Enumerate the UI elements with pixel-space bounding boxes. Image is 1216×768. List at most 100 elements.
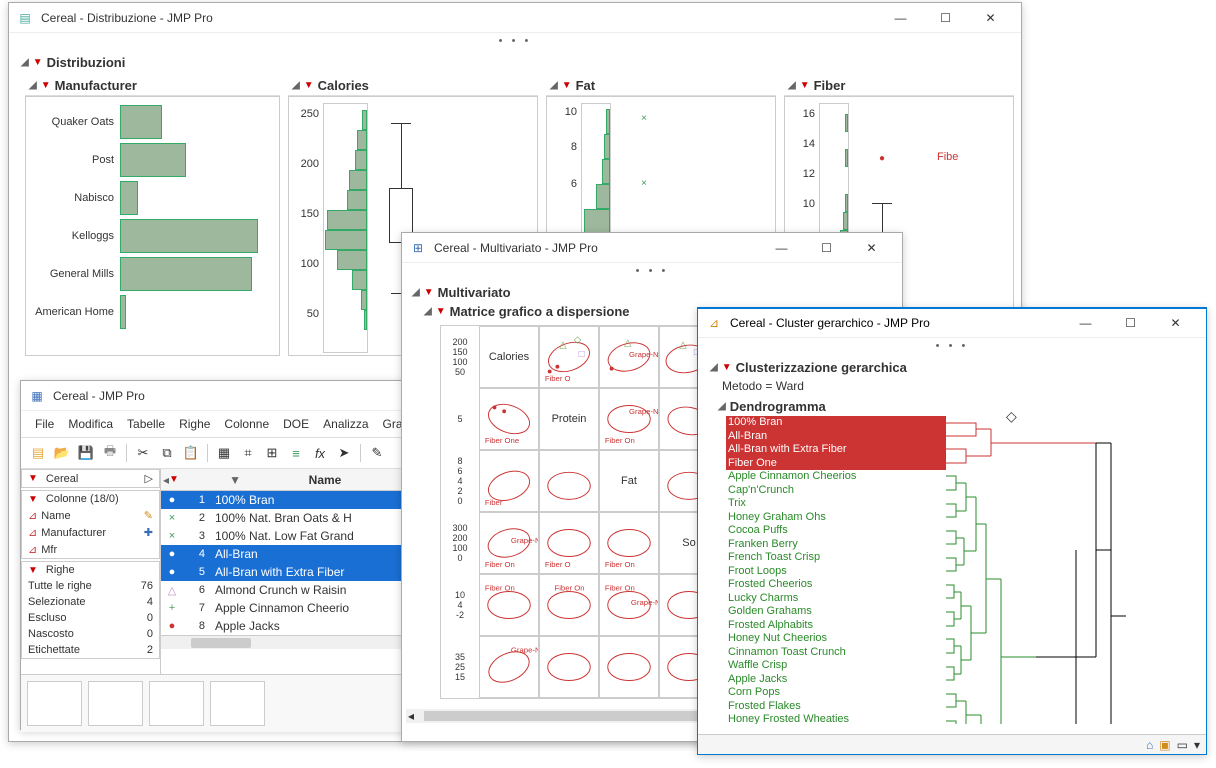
col-item[interactable]: ⊿Mfr [22, 541, 159, 558]
expand-icon[interactable]: ▷ [145, 472, 153, 485]
dendro-item[interactable]: Fiber One [726, 457, 946, 471]
dendro-item[interactable]: Frosted Alphabits [726, 619, 946, 633]
minimize-button[interactable]: — [1063, 309, 1108, 337]
hotspot-icon[interactable]: ▼ [562, 80, 572, 91]
dendro-item[interactable]: Golden Grahams [726, 605, 946, 619]
minimize-button[interactable]: — [878, 4, 923, 32]
dendro-item[interactable]: Cinnamon Toast Crunch [726, 646, 946, 660]
tool-new-icon[interactable]: ▤ [27, 442, 49, 464]
thumb-cluster[interactable] [149, 681, 204, 726]
tool-copy-icon[interactable]: ⧉ [156, 442, 178, 464]
thumb-datatable[interactable] [27, 681, 82, 726]
dendro-item[interactable]: Corn Pops [726, 686, 946, 700]
titlebar-cluster[interactable]: ⊿ Cereal - Cluster gerarchico - JMP Pro … [698, 308, 1206, 338]
dendro-item[interactable]: Waffle Crisp [726, 659, 946, 673]
menu-doe[interactable]: DOE [277, 415, 315, 433]
menu-colonne[interactable]: Colonne [218, 415, 275, 433]
minimize-button[interactable]: — [759, 234, 804, 262]
table-row[interactable]: △6Almond Crunch w Raisin [161, 581, 405, 599]
tool-cut-icon[interactable]: ✂ [132, 442, 154, 464]
dendro-item[interactable]: All-Bran [726, 430, 946, 444]
table-row[interactable]: ×3100% Nat. Low Fat Grand [161, 527, 405, 545]
menu-righe[interactable]: Righe [173, 415, 216, 433]
tool-chart-icon[interactable]: ≡ [285, 442, 307, 464]
table-row[interactable]: ●4All-Bran [161, 545, 405, 563]
dendro-item[interactable]: All-Bran with Extra Fiber [726, 443, 946, 457]
dendro-item[interactable]: Apple Jacks [726, 673, 946, 687]
thumb-multivariate[interactable] [210, 681, 265, 726]
dendrogram-labels[interactable]: 100% BranAll-BranAll-Bran with Extra Fib… [726, 416, 946, 724]
horizontal-scrollbar[interactable] [161, 635, 405, 649]
hotspot-icon[interactable]: ▼ [169, 474, 181, 485]
column-header-name[interactable]: Name [245, 473, 401, 487]
close-button[interactable]: ✕ [849, 234, 894, 262]
dendro-item[interactable]: Trix [726, 497, 946, 511]
disclosure-icon[interactable]: ◢ [718, 401, 726, 412]
col-nav-left-icon[interactable]: ◂ [161, 473, 169, 487]
tool-print-icon[interactable]: 🖶 [99, 442, 121, 464]
tool-save-icon[interactable]: 💾 [75, 442, 97, 464]
titlebar-distribuzione[interactable]: ▤ Cereal - Distribuzione - JMP Pro — ☐ ✕ [9, 3, 1021, 33]
hotspot-icon[interactable]: ▼ [304, 80, 314, 91]
tool-calc-icon[interactable]: ⌗ [237, 442, 259, 464]
hotspot-icon[interactable]: ▼ [436, 306, 446, 317]
histogram-manufacturer[interactable]: Quaker Oats Post Nabisco Kelloggs Genera… [25, 96, 280, 356]
tool-edit-icon[interactable]: ✎ [366, 442, 388, 464]
titlebar-datatable[interactable]: ▦ Cereal - JMP Pro [21, 381, 405, 411]
dendro-item[interactable]: French Toast Crisp [726, 551, 946, 565]
dendro-item[interactable]: Frosted Flakes [726, 700, 946, 714]
dendro-item[interactable]: Apple Cinnamon Cheerios [726, 470, 946, 484]
close-button[interactable]: ✕ [1153, 309, 1198, 337]
disclosure-icon[interactable]: ◢ [424, 306, 432, 317]
hotspot-icon[interactable]: ▼ [41, 80, 51, 91]
menu-file[interactable]: File [29, 415, 60, 433]
hotspot-icon[interactable]: ▼ [424, 287, 434, 298]
disclosure-icon[interactable]: ◢ [788, 80, 796, 91]
rect-icon[interactable]: ▭ [1177, 738, 1188, 752]
tool-fx-icon[interactable]: fx [309, 442, 331, 464]
panel-colonne-header[interactable]: ▼Colonne (18/0) [22, 491, 159, 507]
dendro-item[interactable]: Cap'n'Crunch [726, 484, 946, 498]
dendro-item[interactable]: Froot Loops [726, 565, 946, 579]
dropdown-icon[interactable]: ▾ [1194, 738, 1200, 752]
table-row[interactable]: ●1100% Bran [161, 491, 405, 509]
disclosure-icon[interactable]: ◢ [412, 287, 420, 298]
tool-grid-icon[interactable]: ⊞ [261, 442, 283, 464]
hotspot-icon[interactable]: ▼ [215, 473, 245, 487]
section-distribuzioni[interactable]: ◢ ▼ Distribuzioni [17, 53, 1013, 72]
toolbar-options-icon[interactable]: • • • [698, 338, 1206, 354]
dendro-item[interactable]: Lucky Charms [726, 592, 946, 606]
table-row[interactable]: ●8Apple Jacks [161, 617, 405, 635]
thumb-distribution[interactable] [88, 681, 143, 726]
disclosure-icon[interactable]: ◢ [29, 80, 37, 91]
disclosure-icon[interactable]: ◢ [21, 57, 29, 68]
table-row[interactable]: ×2100% Nat. Bran Oats & H [161, 509, 405, 527]
titlebar-multivariato[interactable]: ⊞ Cereal - Multivariato - JMP Pro — ☐ ✕ [402, 233, 902, 263]
dendro-item[interactable]: Honey Graham Ohs [726, 511, 946, 525]
tool-paste-icon[interactable]: 📋 [180, 442, 202, 464]
disclosure-icon[interactable]: ◢ [292, 80, 300, 91]
close-button[interactable]: ✕ [968, 4, 1013, 32]
toolbar-options-icon[interactable]: • • • [402, 263, 902, 279]
home-icon[interactable]: ⌂ [1146, 738, 1153, 752]
data-grid[interactable]: ◂ ▼ ▼ Name ●1100% Bran×2100% Nat. Bran O… [161, 469, 405, 674]
panel-righe-header[interactable]: ▼Righe [22, 562, 159, 578]
toolbar-options-icon[interactable]: • • • [9, 33, 1021, 49]
dendro-item[interactable]: Franken Berry [726, 538, 946, 552]
hotspot-icon[interactable]: ▼ [800, 80, 810, 91]
maximize-button[interactable]: ☐ [923, 4, 968, 32]
col-item[interactable]: ⊿Name✎ [22, 507, 159, 524]
disclosure-icon[interactable]: ◢ [710, 362, 718, 373]
col-item[interactable]: ⊿Manufacturer✚ [22, 524, 159, 541]
maximize-button[interactable]: ☐ [804, 234, 849, 262]
table-row[interactable]: +7Apple Cinnamon Cheerio [161, 599, 405, 617]
menu-tabelle[interactable]: Tabelle [121, 415, 171, 433]
tool-arrow-icon[interactable]: ➤ [333, 442, 355, 464]
hotspot-icon[interactable]: ▼ [722, 362, 732, 373]
dendro-item[interactable]: Honey Nut Cheerios [726, 632, 946, 646]
table-row[interactable]: ●5All-Bran with Extra Fiber [161, 563, 405, 581]
disclosure-icon[interactable]: ◢ [550, 80, 558, 91]
dendro-item[interactable]: 100% Bran [726, 416, 946, 430]
tool-open-icon[interactable]: 📂 [51, 442, 73, 464]
maximize-button[interactable]: ☐ [1108, 309, 1153, 337]
